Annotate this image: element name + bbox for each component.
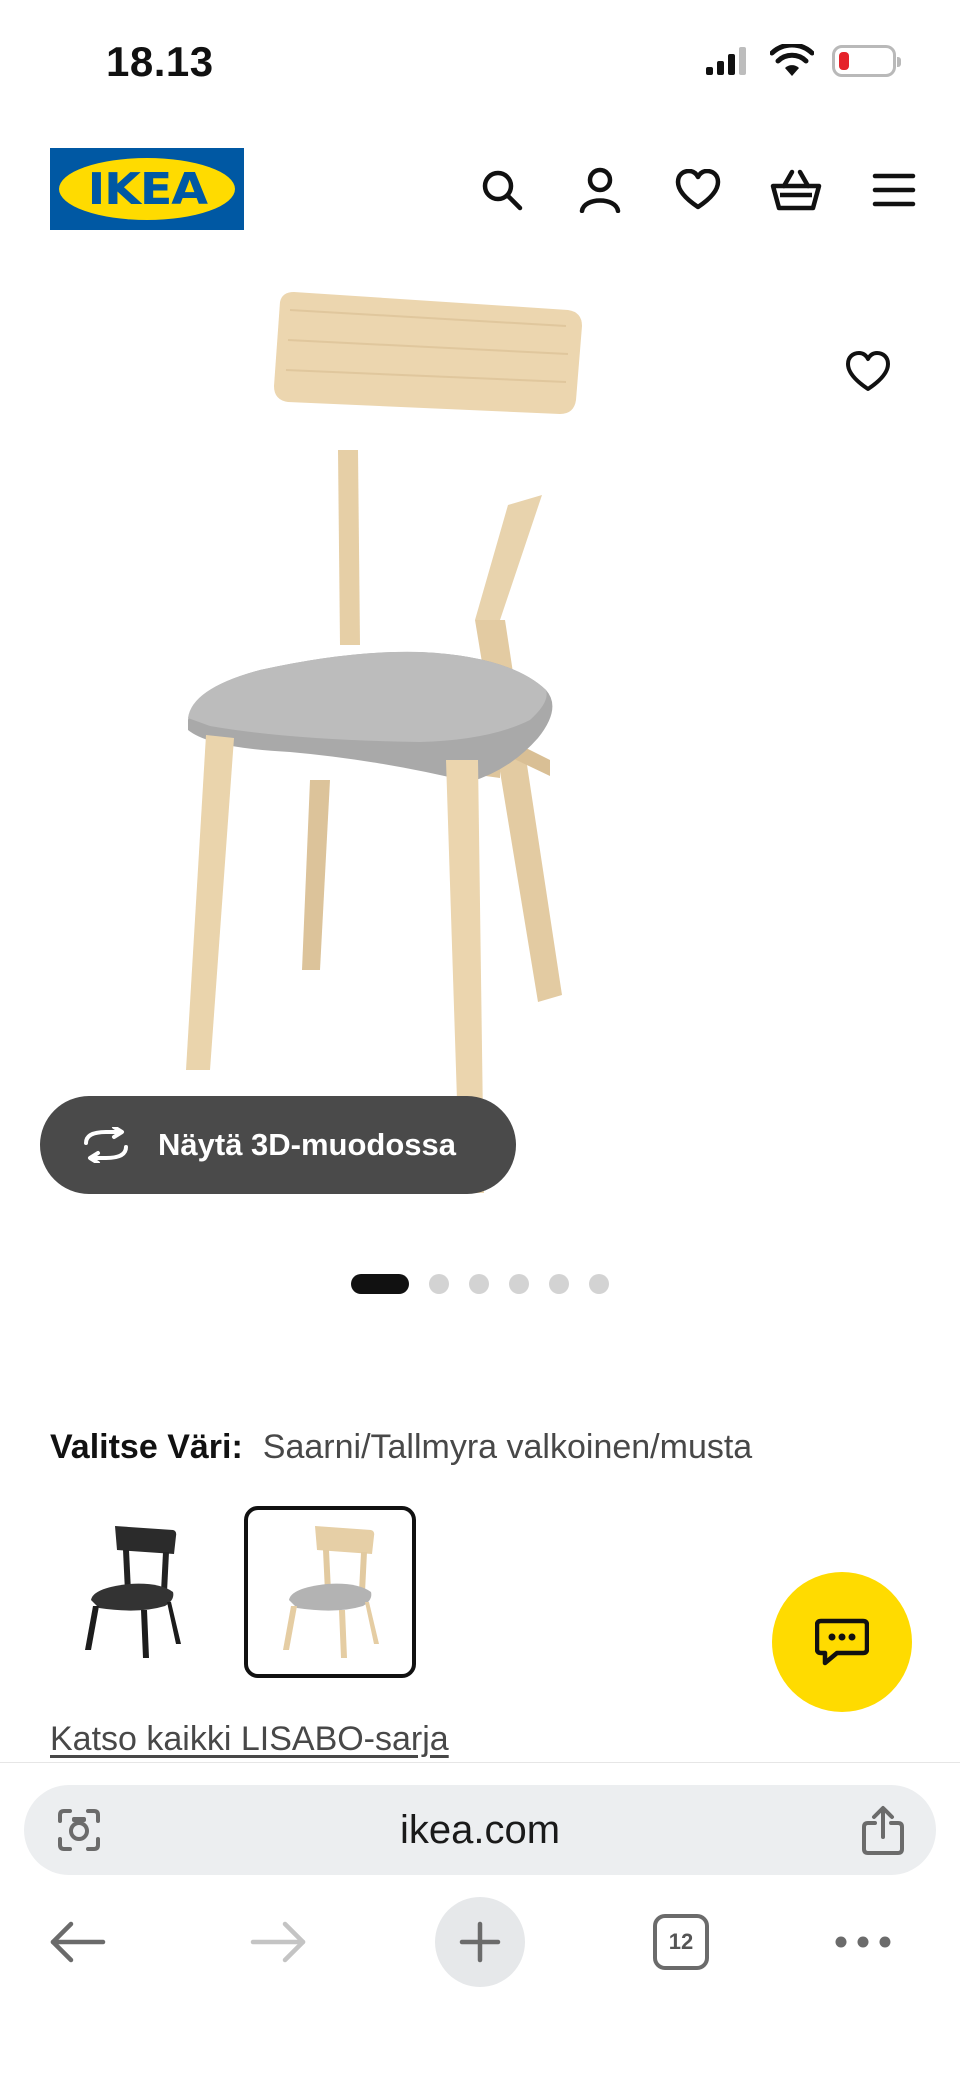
- more-dots-icon: [835, 1936, 891, 1948]
- swatch-ash-grey[interactable]: [244, 1506, 416, 1678]
- account-button[interactable]: [570, 160, 630, 220]
- cart-button[interactable]: [766, 160, 826, 220]
- menu-icon: [872, 173, 916, 207]
- share-button[interactable]: [860, 1805, 906, 1860]
- cellular-signal-icon: [706, 47, 746, 75]
- color-label: Valitse Väri:: [50, 1428, 243, 1466]
- heart-icon: [846, 351, 890, 391]
- view-3d-label: Näytä 3D-muodossa: [158, 1127, 457, 1162]
- chat-icon: [815, 1618, 869, 1666]
- more-button[interactable]: [818, 1897, 908, 1987]
- carousel-dot[interactable]: [351, 1274, 409, 1294]
- forward-button[interactable]: [234, 1897, 324, 1987]
- logo-oval: IKEA: [59, 158, 235, 220]
- carousel-dot[interactable]: [589, 1274, 609, 1294]
- header-icons: [472, 160, 924, 220]
- address-bar[interactable]: ikea.com: [24, 1785, 936, 1875]
- site-header: IKEA: [0, 140, 960, 240]
- camera-lens-icon: [58, 1809, 100, 1851]
- swatch-black[interactable]: [48, 1506, 220, 1678]
- plus-icon: [459, 1921, 501, 1963]
- account-icon: [579, 167, 621, 213]
- tab-count: 12: [653, 1914, 709, 1970]
- share-icon: [862, 1806, 904, 1855]
- browser-nav: 12: [0, 1891, 960, 2011]
- cart-icon: [770, 169, 822, 211]
- url-text: ikea.com: [399, 1807, 561, 1852]
- view-3d-button[interactable]: Näytä 3D-muodossa: [40, 1096, 516, 1194]
- logo-text: IKEA: [87, 163, 208, 215]
- save-to-favorites-button[interactable]: [838, 342, 898, 402]
- wifi-icon: [770, 44, 814, 76]
- chat-button[interactable]: [772, 1572, 912, 1712]
- product-image[interactable]: [170, 290, 790, 1220]
- carousel-indicator: [0, 1274, 960, 1294]
- status-time: 18.13: [106, 38, 214, 85]
- menu-button[interactable]: [864, 160, 924, 220]
- search-button[interactable]: [472, 160, 532, 220]
- battery-low-icon: [832, 45, 901, 77]
- favorites-button[interactable]: [668, 160, 728, 220]
- ash-chair-thumbnail: [283, 1526, 379, 1658]
- favorites-icon: [675, 169, 721, 210]
- status-bar: 18.13: [0, 0, 960, 120]
- carousel-dot[interactable]: [549, 1274, 569, 1294]
- search-icon: [482, 170, 523, 211]
- forward-arrow-icon: [250, 1921, 306, 1963]
- new-tab-button[interactable]: [435, 1897, 525, 1987]
- back-button[interactable]: [32, 1897, 122, 1987]
- camera-lens-button[interactable]: [54, 1805, 104, 1860]
- ikea-logo[interactable]: IKEA: [50, 148, 244, 230]
- color-swatches: [48, 1506, 416, 1678]
- color-value: Saarni/Tallmyra valkoinen/musta: [262, 1428, 753, 1466]
- carousel-dot[interactable]: [469, 1274, 489, 1294]
- battery-level: [839, 52, 849, 70]
- back-arrow-icon: [50, 1921, 106, 1963]
- tabs-button[interactable]: 12: [636, 1897, 726, 1987]
- black-chair-thumbnail: [85, 1526, 181, 1658]
- carousel-dot[interactable]: [429, 1274, 449, 1294]
- product-image-gallery[interactable]: Näytä 3D-muodossa: [0, 270, 960, 1240]
- color-selection: Valitse Väri: Saarni/Tallmyra valkoinen/…: [50, 1428, 752, 1467]
- browser-toolbar: ikea.com 12: [0, 1762, 960, 2078]
- rotate-3d-icon: [84, 1127, 128, 1163]
- carousel-dot[interactable]: [509, 1274, 529, 1294]
- status-icons: [704, 44, 901, 78]
- series-link[interactable]: Katso kaikki LISABO-sarja: [50, 1720, 449, 1759]
